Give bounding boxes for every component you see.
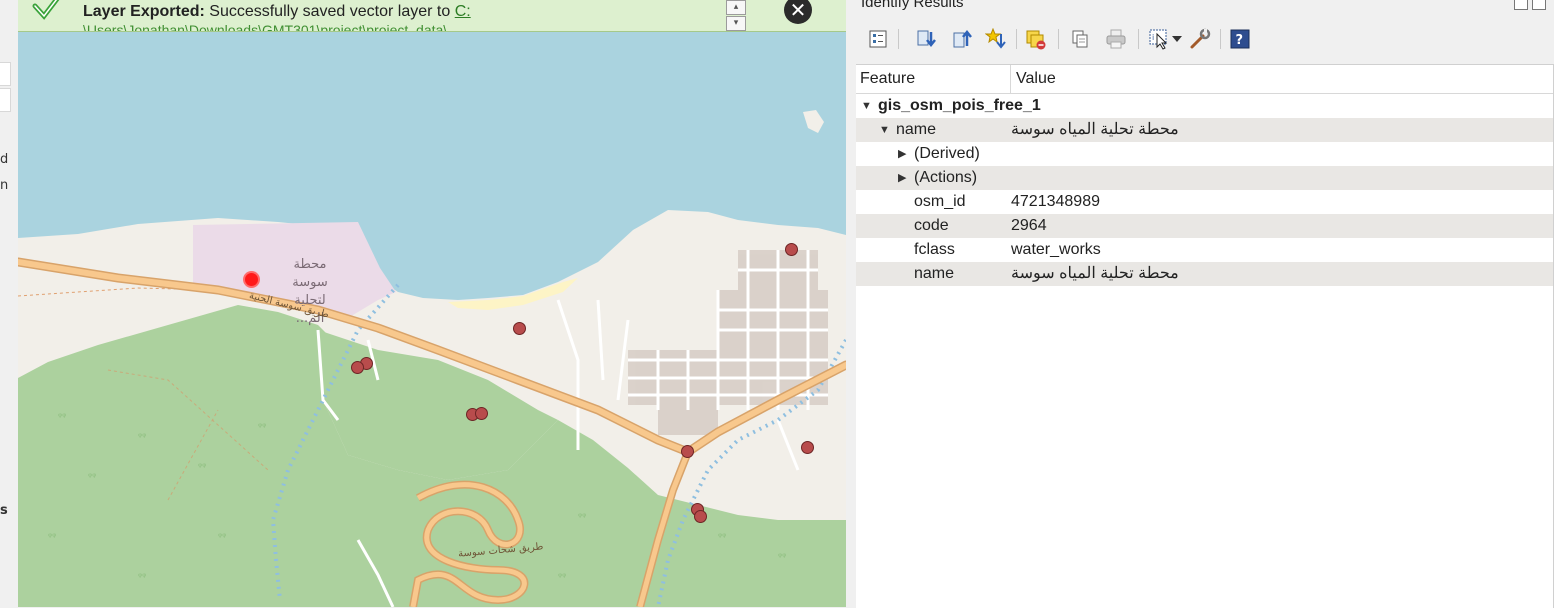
left-panel-text: d — [0, 152, 9, 167]
field-value: 4721348989 — [1011, 193, 1100, 210]
svg-text:ᵠᵠ: ᵠᵠ — [258, 422, 266, 433]
message-scrollbar[interactable]: ▴ ▾ — [726, 0, 746, 31]
svg-text:ᵠᵠ: ᵠᵠ — [48, 532, 56, 543]
expand-arrow-icon[interactable]: ▶ — [898, 166, 906, 190]
scroll-down-button[interactable]: ▾ — [726, 16, 746, 31]
tree-row[interactable]: ▶ (Derived) — [856, 142, 1553, 166]
expand-arrow-icon[interactable]: ▶ — [898, 142, 906, 166]
float-panel-icon[interactable] — [1514, 0, 1528, 10]
svg-text:?: ? — [1236, 33, 1244, 48]
message-body: Successfully saved vector layer to — [209, 3, 451, 20]
svg-text:i: i — [1152, 33, 1154, 42]
message-text: Layer Exported: Successfully saved vecto… — [83, 3, 471, 21]
message-title: Layer Exported: — [83, 3, 205, 20]
left-panel-edge: d n s — [0, 0, 19, 607]
tree-row-layer[interactable]: ▼ gis_osm_pois_free_1 — [856, 94, 1553, 118]
dropdown-arrow-icon[interactable] — [1170, 27, 1184, 51]
map-canvas[interactable]: ᵠᵠ ᵠᵠ ᵠᵠ ᵠᵠ ᵠᵠ ᵠᵠ ᵠᵠ ᵠᵠ ᵠᵠ ᵠᵠ ᵠᵠ ᵠᵠ محطة سوسة لت… — [18, 0, 846, 607]
poi-marker[interactable] — [785, 243, 798, 256]
clear-results-icon[interactable] — [1024, 27, 1048, 51]
collapse-arrow-icon[interactable]: ▼ — [861, 94, 872, 118]
field-label: name — [914, 265, 955, 282]
field-value: water_works — [1011, 241, 1101, 258]
identify-results-panel: Identify Results i ? Feature Value ▼ gis… — [856, 0, 1554, 608]
svg-text:ᵠᵠ: ᵠᵠ — [58, 412, 66, 423]
svg-text:ᵠᵠ: ᵠᵠ — [558, 572, 566, 583]
left-panel-text: n — [0, 178, 9, 193]
field-value: محطة تحلية المياه سوسة — [1011, 265, 1179, 282]
svg-text:ᵠᵠ: ᵠᵠ — [578, 512, 586, 523]
map-label-line1: محطة سوسة — [292, 257, 328, 290]
tree-row[interactable]: ▶ (Actions) — [856, 166, 1553, 190]
svg-text:ᵠᵠ: ᵠᵠ — [138, 432, 146, 443]
tree-row[interactable]: osm_id 4721348989 — [856, 190, 1553, 214]
tree-row[interactable]: code 2964 — [856, 214, 1553, 238]
svg-text:ᵠᵠ: ᵠᵠ — [718, 532, 726, 543]
left-panel-field[interactable] — [0, 62, 11, 86]
scroll-up-button[interactable]: ▴ — [726, 0, 746, 15]
left-panel-field[interactable] — [0, 88, 11, 112]
tree-row[interactable]: name محطة تحلية المياه سوسة — [856, 262, 1553, 286]
tree-row[interactable]: ▼ name محطة تحلية المياه سوسة — [856, 118, 1553, 142]
svg-text:ᵠᵠ: ᵠᵠ — [198, 462, 206, 473]
message-bar: Layer Exported: Successfully saved vecto… — [18, 0, 846, 32]
left-panel-text: s — [0, 503, 8, 518]
column-header-feature[interactable]: Feature — [856, 65, 1011, 93]
poi-marker[interactable] — [801, 441, 814, 454]
message-path: \Users\Jonathan\Downloads\GMT301\project… — [83, 22, 459, 32]
poi-marker-selected[interactable] — [245, 273, 258, 286]
column-header-value[interactable]: Value — [1011, 65, 1056, 93]
layer-name: gis_osm_pois_free_1 — [878, 97, 1041, 114]
checkmark-icon — [32, 0, 60, 20]
field-value: 2964 — [1011, 217, 1047, 234]
collapse-all-icon[interactable] — [950, 27, 974, 51]
collapse-arrow-icon[interactable]: ▼ — [879, 118, 890, 142]
panel-window-buttons — [1510, 0, 1546, 13]
field-label: (Derived) — [914, 145, 980, 162]
field-label: (Actions) — [914, 169, 978, 186]
poi-marker[interactable] — [681, 445, 694, 458]
message-link[interactable]: C: — [455, 3, 471, 20]
expand-all-icon[interactable] — [914, 27, 938, 51]
close-icon[interactable]: ✕ — [784, 0, 812, 24]
results-tree[interactable]: Feature Value ▼ gis_osm_pois_free_1 ▼ na… — [856, 64, 1554, 608]
field-label: code — [914, 217, 949, 234]
field-label: name — [896, 121, 937, 138]
identify-mode-icon[interactable]: i — [1148, 27, 1172, 51]
poi-marker[interactable] — [475, 407, 488, 420]
poi-marker[interactable] — [694, 510, 707, 523]
highlight-features-icon[interactable] — [984, 27, 1008, 51]
panel-title: Identify Results — [861, 0, 964, 11]
tree-row[interactable]: fclass water_works — [856, 238, 1553, 262]
svg-text:ᵠᵠ: ᵠᵠ — [88, 472, 96, 483]
svg-text:ᵠᵠ: ᵠᵠ — [218, 532, 226, 543]
settings-wrench-icon[interactable] — [1188, 27, 1212, 51]
field-label: fclass — [914, 241, 955, 258]
close-panel-icon[interactable] — [1532, 0, 1546, 10]
poi-marker[interactable] — [513, 322, 526, 335]
tree-header: Feature Value — [856, 65, 1553, 94]
map-label-station: محطة سوسة لتحلية الم... — [280, 256, 340, 328]
poi-marker[interactable] — [351, 361, 364, 374]
svg-text:ᵠᵠ: ᵠᵠ — [778, 552, 786, 563]
expand-tree-icon[interactable] — [866, 27, 890, 51]
field-label: osm_id — [914, 193, 966, 210]
svg-text:ᵠᵠ: ᵠᵠ — [138, 572, 146, 583]
help-icon[interactable]: ? — [1228, 27, 1252, 51]
print-icon[interactable] — [1104, 27, 1128, 51]
copy-feature-icon[interactable] — [1068, 27, 1092, 51]
field-value: محطة تحلية المياه سوسة — [1011, 121, 1179, 138]
panel-splitter[interactable] — [846, 0, 856, 607]
